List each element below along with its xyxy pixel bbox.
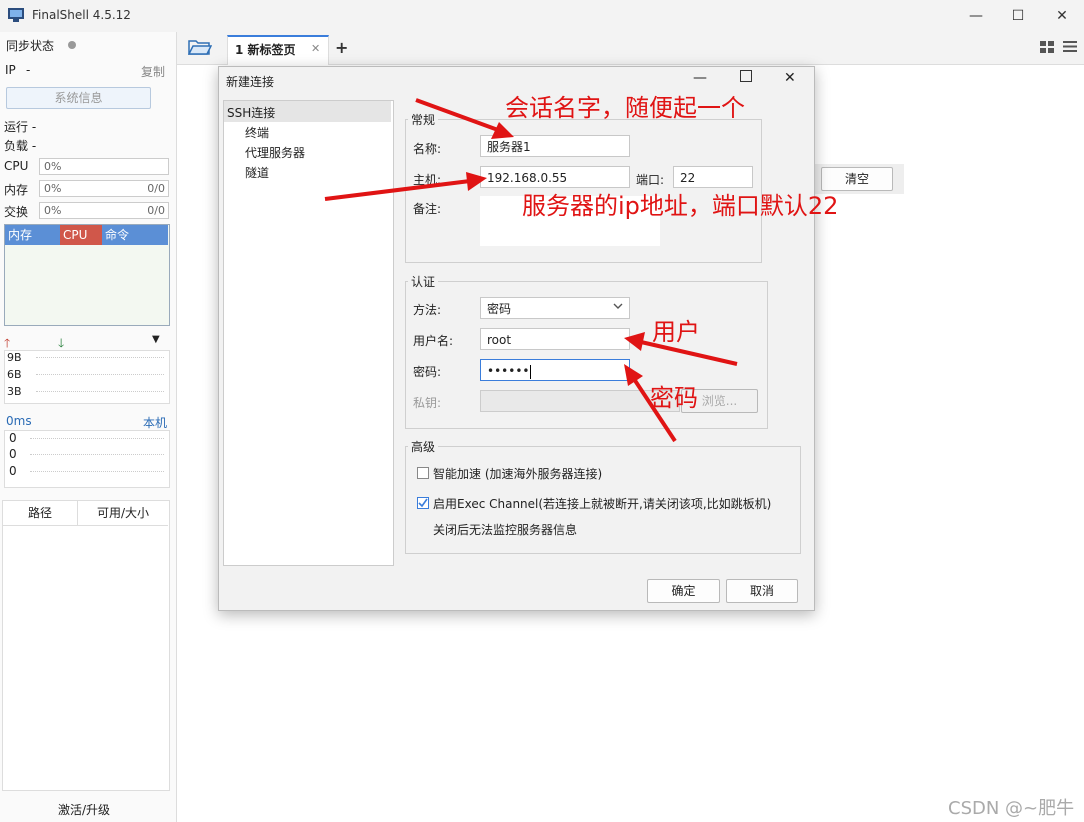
system-info-button[interactable]: 系统信息 [6,87,151,109]
tree-item-tunnel[interactable]: 隧道 [245,164,269,181]
note-label: 备注: [413,202,442,216]
ping-host-select[interactable]: 本机 [143,414,167,431]
method-label: 方法: [413,303,442,317]
cpu-meter: 0% [39,158,169,175]
password-input[interactable]: •••••• [480,359,630,381]
checkmark-icon [418,498,428,508]
grid-line [36,391,164,392]
load-text: 负载 - [4,139,37,153]
accel-checkbox[interactable] [417,467,429,479]
swap-ratio: 0/0 [147,204,165,217]
general-legend: 常规 [408,111,439,128]
auth-legend: 认证 [408,273,439,290]
ok-button[interactable]: 确定 [647,579,720,603]
net-tick: 9B [7,351,22,364]
add-tab-button[interactable]: + [335,38,348,57]
activate-link[interactable]: 激活/升级 [58,801,110,818]
app-icon [8,8,24,22]
mem-meter: 0% 0/0 [39,180,169,197]
port-input[interactable]: 22 [673,166,753,188]
dialog-title: 新建连接 [226,75,275,89]
tree-item-proxy[interactable]: 代理服务器 [245,144,305,161]
sync-status-label: 同步状态 [6,39,55,53]
name-label: 名称: [413,142,442,156]
name-input[interactable]: 服务器1 [480,135,630,157]
text-caret [530,364,532,379]
minimize-button[interactable]: — [966,6,986,26]
net-tick: 6B [7,368,22,381]
menu-icon[interactable] [1063,40,1077,56]
grid-line [30,438,164,439]
swap-label: 交换 [4,205,29,219]
dialog-minimize-button[interactable]: — [693,70,707,86]
advanced-legend: 高级 [408,438,439,455]
ping-label: 0ms [6,414,32,428]
mem-label: 内存 [4,183,29,197]
tab-label: 1 新标签页 [235,43,296,57]
dialog-maximize-button[interactable] [740,70,752,82]
process-col-mem[interactable]: 内存 [5,225,60,245]
interface-dropdown-icon[interactable]: ▼ [152,334,160,345]
net-tick: 3B [7,385,22,398]
password-value: •••••• [487,364,530,378]
username-input[interactable]: root [480,328,630,350]
username-label: 用户名: [413,334,454,348]
process-col-cpu[interactable]: CPU [60,225,102,245]
cpu-value: 0% [44,160,62,173]
maximize-button[interactable]: ☐ [1008,6,1028,26]
dialog-close-button[interactable]: ✕ [784,70,796,86]
password-label: 密码: [413,365,442,379]
grid-line [36,374,164,375]
mem-value: 0% [44,182,62,195]
network-chart [4,350,170,404]
sync-status-dot [68,41,76,49]
process-col-command[interactable]: 命令 [102,225,168,245]
annotation-user: 用户 [652,318,700,346]
tree-item-terminal[interactable]: 终端 [245,124,269,141]
method-select[interactable]: 密码 [480,297,630,319]
accel-label: 智能加速 (加速海外服务器连接) [433,467,603,481]
ping-tick: 0 [9,431,17,445]
ping-tick: 0 [9,464,17,478]
grid-line [30,454,164,455]
exec-channel-note: 关闭后无法监控服务器信息 [433,523,578,537]
ping-tick: 0 [9,447,17,461]
cpu-label: CPU [4,159,29,173]
grid-view-icon[interactable] [1040,41,1054,56]
disk-col-path[interactable]: 路径 [3,501,78,526]
private-key-label: 私钥: [413,396,442,410]
annotation-server-ip: 服务器的ip地址，端口默认22 [522,192,839,220]
exec-channel-checkbox[interactable] [417,497,429,509]
close-window-button[interactable]: ✕ [1052,6,1072,26]
tree-item-ssh[interactable]: SSH连接 [227,104,275,121]
tab-close-icon[interactable]: ✕ [311,42,320,55]
ip-value: - [26,63,31,77]
swap-value: 0% [44,204,62,217]
cancel-button[interactable]: 取消 [726,579,798,603]
exec-channel-label: 启用Exec Channel(若连接上就被断开,请关闭该项,比如跳板机) [433,497,772,511]
window-title: FinalShell 4.5.12 [32,8,131,22]
copy-link[interactable]: 复制 [141,63,165,80]
host-input[interactable]: 192.168.0.55 [480,166,630,188]
host-label: 主机: [413,173,442,187]
disk-table [2,500,170,791]
chevron-down-icon[interactable] [612,300,624,315]
title-bar [0,0,1084,32]
annotation-session-name: 会话名字，随便起一个 [505,94,745,122]
swap-meter: 0% 0/0 [39,202,169,219]
annotation-password: 密码 [650,384,698,412]
uptime-text: 运行 - [4,120,37,134]
mem-ratio: 0/0 [147,182,165,195]
grid-line [30,471,164,472]
grid-line [36,357,164,358]
ip-label: IP [5,63,16,77]
watermark: CSDN @~肥牛 [948,798,1075,819]
open-folder-icon[interactable] [187,38,213,59]
disk-col-size[interactable]: 可用/大小 [78,501,168,526]
method-value: 密码 [487,302,512,316]
